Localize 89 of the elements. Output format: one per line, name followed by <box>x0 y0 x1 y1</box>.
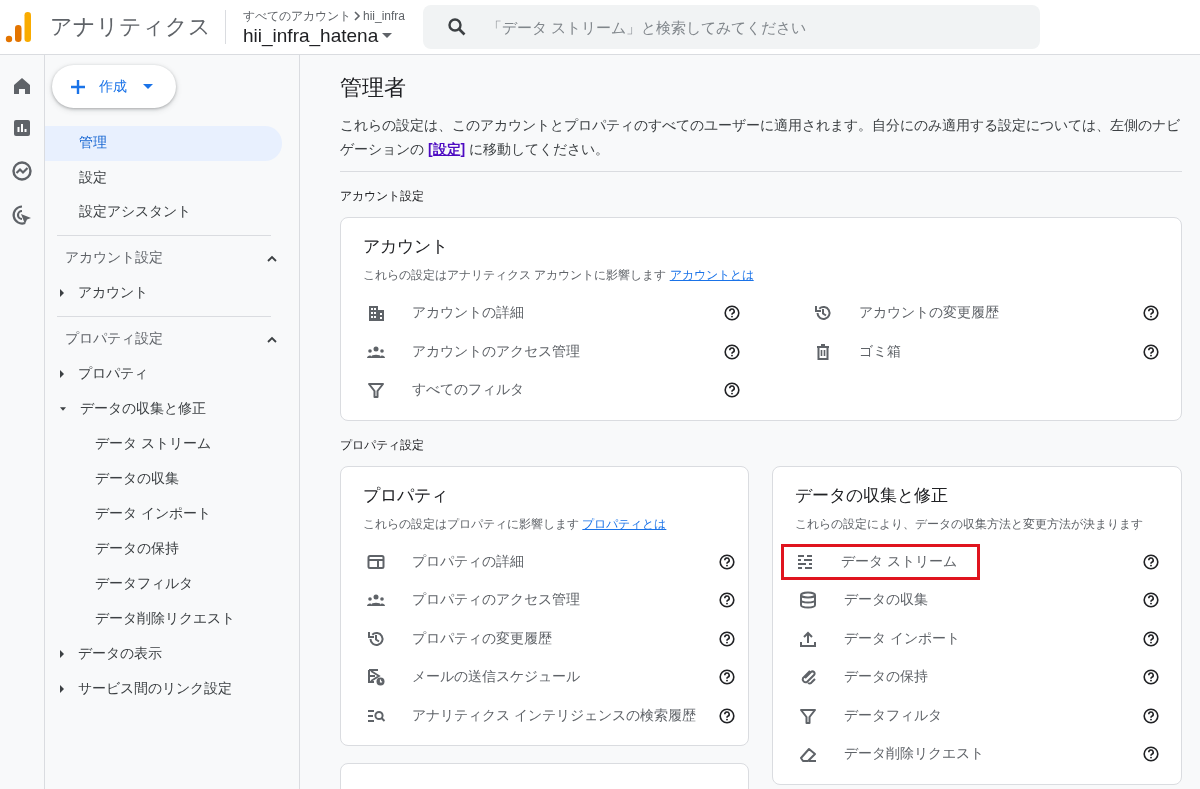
help-icon[interactable] <box>718 669 735 686</box>
building-icon <box>366 303 386 324</box>
help-icon[interactable] <box>724 343 740 360</box>
nav-item[interactable]: 管理 <box>45 126 282 161</box>
database-icon <box>798 590 818 611</box>
caret-down-icon <box>382 32 393 39</box>
card-title: データの収集と修正 <box>795 484 949 507</box>
card-description: これらの設定はアナリティクス アカウントに影響します <box>363 268 667 282</box>
chevron-up-icon <box>267 254 277 262</box>
search-field[interactable]: 「データ ストリーム」と検索してみてください <box>485 17 1040 37</box>
help-icon[interactable] <box>1143 707 1159 724</box>
help-icon[interactable] <box>1143 669 1159 686</box>
nav-tree-item[interactable]: プロパティ <box>45 356 299 392</box>
nav-tree-item[interactable]: データの表示 <box>45 636 299 672</box>
help-icon[interactable] <box>1143 553 1159 570</box>
search-field[interactable]: 「データ ストリーム」と検索してみてください <box>423 5 1040 49</box>
section-heading: アカウント設定 <box>340 188 425 204</box>
settings-link[interactable]: メールの送信スケジュール <box>412 668 580 687</box>
nav-item[interactable]: データ ストリーム <box>45 426 299 462</box>
nav-item[interactable]: 設定 <box>45 160 282 195</box>
settings-link[interactable]: アナリティクス インテリジェンスの検索履歴 <box>412 706 696 725</box>
settings-link[interactable]: データフィルタ <box>844 706 942 725</box>
help-icon[interactable] <box>1143 746 1159 763</box>
settings-link[interactable]: データの収集 <box>844 591 928 610</box>
breadcrumb-link[interactable]: hii_infra <box>363 9 406 23</box>
mail-clock-icon <box>366 667 386 688</box>
help-icon[interactable] <box>724 382 740 399</box>
caret-right-icon <box>60 685 64 693</box>
settings-link[interactable]: プロパティのアクセス管理 <box>412 591 580 610</box>
nav-tree-item[interactable]: サービス間のリンク設定 <box>45 671 299 707</box>
help-icon[interactable] <box>1143 630 1159 647</box>
help-icon[interactable] <box>718 707 735 724</box>
page-description: これらの設定は、このアカウントとプロパティのすべてのユーザーに適用されます。自分にのみ適用する設定については、左側のナビゲーションの [設定] に移動してください。 <box>340 116 1181 159</box>
bar-chart-logo-icon <box>5 10 33 44</box>
help-icon[interactable] <box>1143 305 1159 322</box>
create-button[interactable]: 作成 <box>52 65 176 108</box>
help-icon[interactable] <box>1143 343 1159 360</box>
settings-link[interactable]: アカウントの詳細 <box>412 304 524 323</box>
settings-link[interactable]: [設定] <box>427 141 466 157</box>
help-link[interactable]: アカウントとは <box>669 268 754 282</box>
nav-tree-item[interactable]: アカウント <box>45 275 299 311</box>
breadcrumb-link[interactable]: すべてのアカウント <box>243 7 351 25</box>
help-icon[interactable] <box>718 592 735 609</box>
nav-item[interactable]: データ インポート <box>45 496 299 532</box>
help-icon[interactable] <box>724 305 740 322</box>
help-icon[interactable] <box>1143 592 1159 609</box>
search-icon <box>447 17 467 37</box>
nav-item[interactable]: データフィルタ <box>45 566 299 602</box>
app-name: アナリティクス <box>50 13 211 41</box>
filter-icon <box>366 380 386 401</box>
home-icon[interactable] <box>12 76 32 96</box>
settings-link[interactable]: データの保持 <box>844 668 928 687</box>
card-description: これらの設定はプロパティに影響します <box>363 516 579 531</box>
property-selector[interactable]: hii_infra_hatena <box>243 24 423 47</box>
card-description: これらの設定により、データの収集方法と変更方法が決まります <box>795 516 1143 531</box>
caret-right-icon <box>60 650 64 658</box>
chevron-up-icon <box>267 335 277 343</box>
cursor-target-icon[interactable] <box>11 204 33 226</box>
settings-link[interactable]: データ インポート <box>844 629 960 648</box>
help-icon[interactable] <box>718 553 735 570</box>
plus-icon <box>70 78 86 95</box>
settings-link[interactable]: データ削除リクエスト <box>844 745 984 764</box>
caret-right-icon <box>60 370 64 378</box>
help-link[interactable]: プロパティとは <box>582 516 667 531</box>
section-heading: プロパティ設定 <box>340 436 425 453</box>
settings-link[interactable]: ゴミ箱 <box>859 342 901 361</box>
nav-item[interactable]: 設定アシスタント <box>45 195 282 230</box>
settings-link[interactable]: プロパティの変更履歴 <box>412 629 552 648</box>
settings-link[interactable]: すべてのフィルタ <box>412 381 524 400</box>
settings-link[interactable]: アカウントの変更履歴 <box>859 304 999 323</box>
settings-link[interactable]: プロパティの詳細 <box>412 552 524 571</box>
bar-chart-icon[interactable] <box>12 118 32 138</box>
caret-down-icon <box>60 407 66 411</box>
settings-link[interactable]: アカウントのアクセス管理 <box>412 342 580 361</box>
chevron-right-icon <box>353 11 361 21</box>
nav-item[interactable]: データの収集 <box>45 461 299 497</box>
card-title: プロパティ <box>363 484 449 507</box>
card-title: アカウント <box>363 236 449 258</box>
page-title: 管理者 <box>340 74 407 102</box>
section-header[interactable]: プロパティ設定 <box>45 321 299 357</box>
section-header[interactable]: アカウント設定 <box>45 240 299 276</box>
help-icon[interactable] <box>718 630 735 647</box>
nav-item[interactable]: データの保持 <box>45 531 299 567</box>
settings-link[interactable]: データ ストリーム <box>841 552 957 571</box>
caret-right-icon <box>60 289 64 297</box>
nav-tree-item[interactable]: データの収集と修正 <box>45 391 299 427</box>
trend-chart-icon[interactable] <box>11 160 33 182</box>
nav-item[interactable]: データ削除リクエスト <box>45 601 299 637</box>
caret-down-icon <box>143 83 153 90</box>
